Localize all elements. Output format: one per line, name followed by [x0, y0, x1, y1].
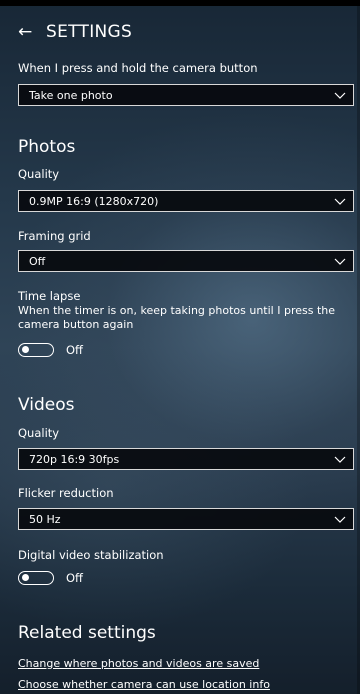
video-quality-value: 720p 16:9 30fps: [29, 452, 120, 466]
page-title: SETTINGS: [46, 22, 133, 42]
photo-quality-dropdown[interactable]: 0.9MP 16:9 (1280x720): [18, 190, 354, 212]
camera-button-label: When I press and hold the camera button: [18, 61, 258, 75]
time-lapse-state: Off: [66, 343, 83, 357]
framing-grid-label: Framing grid: [18, 229, 91, 243]
camera-button-dropdown[interactable]: Take one photo: [18, 84, 354, 106]
time-lapse-label: Time lapse: [18, 289, 81, 303]
video-quality-label: Quality: [18, 426, 60, 440]
top-edge: [0, 0, 360, 6]
page-header: ← SETTINGS: [18, 20, 132, 44]
back-arrow-icon[interactable]: ←: [18, 20, 34, 44]
related-settings-title: Related settings: [18, 623, 156, 643]
time-lapse-toggle-row: Off: [18, 343, 83, 357]
video-stabilization-label: Digital video stabilization: [18, 548, 164, 562]
flicker-reduction-value: 50 Hz: [29, 512, 61, 526]
video-stabilization-toggle-row: Off: [18, 571, 83, 585]
chevron-down-icon: [334, 516, 346, 523]
photos-section-title: Photos: [18, 137, 76, 157]
chevron-down-icon: [334, 456, 346, 463]
framing-grid-value: Off: [29, 254, 46, 268]
photo-quality-value: 0.9MP 16:9 (1280x720): [29, 194, 159, 208]
video-stabilization-toggle[interactable]: [18, 571, 54, 585]
time-lapse-description: When the timer is on, keep taking photos…: [18, 304, 336, 331]
flicker-reduction-dropdown[interactable]: 50 Hz: [18, 508, 354, 530]
location-info-link[interactable]: Choose whether camera can use location i…: [18, 678, 270, 691]
toggle-knob: [22, 574, 29, 581]
camera-button-value: Take one photo: [29, 88, 113, 102]
videos-section-title: Videos: [18, 395, 75, 415]
video-stabilization-state: Off: [66, 571, 83, 585]
chevron-down-icon: [334, 198, 346, 205]
time-lapse-toggle[interactable]: [18, 343, 54, 357]
toggle-knob: [22, 346, 29, 353]
chevron-down-icon: [334, 258, 346, 265]
video-quality-dropdown[interactable]: 720p 16:9 30fps: [18, 448, 354, 470]
photo-quality-label: Quality: [18, 167, 60, 181]
chevron-down-icon: [334, 92, 346, 99]
flicker-reduction-label: Flicker reduction: [18, 486, 114, 500]
photo-save-location-link[interactable]: Change where photos and videos are saved: [18, 657, 259, 670]
framing-grid-dropdown[interactable]: Off: [18, 250, 354, 272]
